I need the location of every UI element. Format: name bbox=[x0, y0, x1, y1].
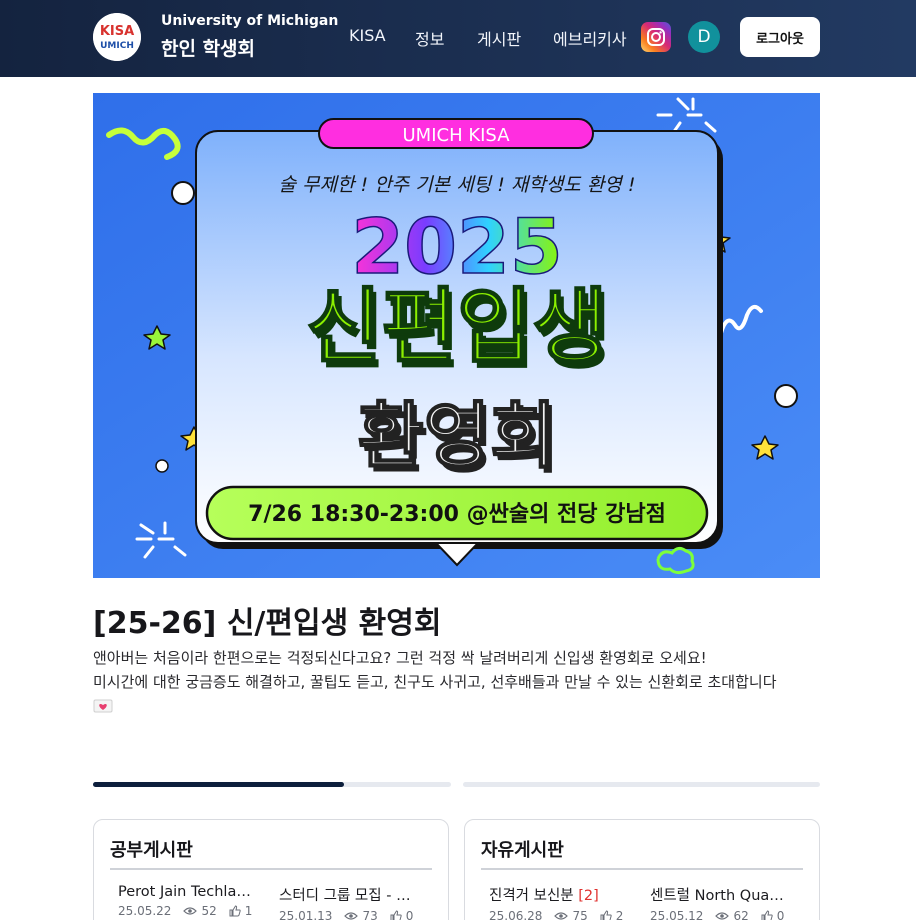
board-post-item[interactable]: 센트럴 North Quad 기숙사 25.05.12 62 0 bbox=[650, 884, 790, 920]
thumbs-up-icon bbox=[229, 905, 241, 917]
post-date: 25.05.12 bbox=[650, 909, 704, 920]
view-count: 75 bbox=[572, 909, 588, 920]
board-title[interactable]: 공부게시판 bbox=[110, 836, 193, 862]
event-poster-image: UMICH KISA 술 무제한 ! 안주 기본 세팅 ! 재학생도 환영 ! … bbox=[93, 93, 820, 578]
like-count: 2 bbox=[615, 909, 624, 920]
view-count: 73 bbox=[362, 909, 378, 920]
view-count: 62 bbox=[733, 909, 749, 920]
like-count: 0 bbox=[405, 909, 414, 920]
post-date: 25.01.13 bbox=[279, 909, 333, 920]
svg-text:7/26 18:30-23:00 @싼술의 전당 강남점: 7/26 18:30-23:00 @싼술의 전당 강남점 bbox=[248, 502, 666, 527]
divider bbox=[110, 868, 432, 870]
board-post-title[interactable]: 센트럴 North Quad 기숙사 bbox=[650, 884, 790, 905]
post-body-line bbox=[93, 694, 820, 718]
nav-board[interactable]: 게시판 bbox=[477, 26, 521, 50]
like-count: 0 bbox=[776, 909, 785, 920]
svg-text:환영회: 환영회 bbox=[358, 394, 557, 478]
thumbs-up-icon bbox=[761, 910, 773, 920]
board-post-meta: 25.05.12 62 0 bbox=[650, 909, 790, 920]
post-title[interactable]: [25-26] 신/편입생 환영회 bbox=[93, 598, 441, 642]
board-study: 공부게시판 Perot Jain Techlab Summer 2025 25.… bbox=[93, 819, 449, 920]
post-body-line: 미시간에 대한 궁금증도 해결하고, 꿀팁도 듣고, 친구도 사귀고, 선후배들… bbox=[93, 672, 777, 691]
svg-text:KISA: KISA bbox=[100, 24, 134, 39]
board-title[interactable]: 자유게시판 bbox=[481, 836, 564, 862]
logout-button[interactable]: 로그아웃 bbox=[740, 17, 820, 57]
comment-count: [2] bbox=[578, 888, 599, 904]
view-count: 52 bbox=[201, 904, 217, 918]
eye-icon bbox=[183, 907, 198, 915]
divider bbox=[481, 868, 803, 870]
event-banner[interactable]: UMICH KISA 술 무제한 ! 안주 기본 세팅 ! 재학생도 환영 ! … bbox=[93, 93, 820, 578]
nav-info[interactable]: 정보 bbox=[415, 26, 444, 50]
board-post-title[interactable]: 스터디 그룹 모집 - SI 2025 bbox=[279, 884, 419, 905]
board-post-title[interactable]: Perot Jain Techlab Summer 2025 bbox=[118, 884, 258, 900]
top-navigation-bar: KISA UMICH University of Michigan 한인 학생회… bbox=[0, 0, 916, 77]
post-date: 25.06.28 bbox=[489, 909, 543, 920]
brand-university: University of Michigan bbox=[161, 13, 339, 29]
board-post-item[interactable]: 스터디 그룹 모집 - SI 2025 25.01.13 73 0 bbox=[279, 884, 419, 920]
post-body: 앤아버는 처음이라 한편으로는 걱정되신다고요? 그런 걱정 싹 날려버리게 신… bbox=[93, 647, 820, 718]
svg-text:2025: 2025 bbox=[351, 202, 563, 291]
thumbs-up-icon bbox=[390, 910, 402, 920]
instagram-icon[interactable] bbox=[641, 22, 671, 52]
brand-organization: 한인 학생회 bbox=[161, 38, 256, 60]
eye-icon bbox=[554, 912, 569, 920]
board-post-meta: 25.06.28 75 2 bbox=[489, 909, 629, 920]
nav-kisa[interactable]: KISA bbox=[349, 26, 386, 45]
svg-text:술 무제한 ! 안주 기본 세팅 ! 재학생도 환영 !: 술 무제한 ! 안주 기본 세팅 ! 재학생도 환영 ! bbox=[279, 174, 636, 196]
carousel-progress-fill bbox=[93, 782, 344, 787]
like-count: 1 bbox=[244, 904, 253, 918]
board-post-title[interactable]: 진격거 보신분 [2] bbox=[489, 884, 629, 905]
board-post-item[interactable]: Perot Jain Techlab Summer 2025 25.05.22 … bbox=[118, 884, 258, 918]
board-post-meta: 25.01.13 73 0 bbox=[279, 909, 419, 920]
post-date: 25.05.22 bbox=[118, 904, 172, 918]
board-free: 자유게시판 진격거 보신분 [2] 25.06.28 75 2 센트럴 Nort… bbox=[464, 819, 820, 920]
love-letter-icon bbox=[93, 698, 113, 714]
user-avatar[interactable]: D bbox=[688, 21, 720, 53]
board-post-meta: 25.05.22 52 1 bbox=[118, 904, 258, 918]
thumbs-up-icon bbox=[600, 910, 612, 920]
eye-icon bbox=[715, 912, 730, 920]
post-body-line: 앤아버는 처음이라 한편으로는 걱정되신다고요? 그런 걱정 싹 날려버리게 신… bbox=[93, 649, 707, 667]
svg-text:UMICH: UMICH bbox=[100, 41, 134, 51]
kisa-logo[interactable]: KISA UMICH bbox=[93, 13, 141, 61]
carousel-progress-slide-2[interactable] bbox=[463, 782, 820, 787]
carousel-progress-slide-1[interactable] bbox=[93, 782, 451, 787]
nav-everykisa[interactable]: 에브리키사 bbox=[553, 26, 627, 50]
svg-text:UMICH KISA: UMICH KISA bbox=[402, 125, 510, 146]
eye-icon bbox=[344, 912, 359, 920]
svg-text:신편입생: 신편입생 bbox=[306, 280, 608, 375]
board-post-item[interactable]: 진격거 보신분 [2] 25.06.28 75 2 bbox=[489, 884, 629, 920]
